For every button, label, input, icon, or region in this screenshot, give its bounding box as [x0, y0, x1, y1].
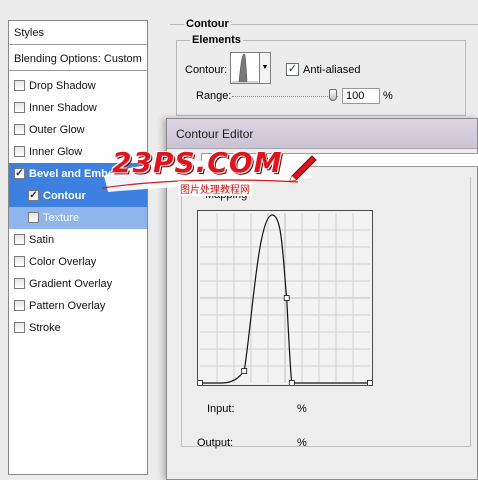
- style-item-label: Contour: [43, 190, 86, 202]
- output-unit: %: [297, 437, 307, 449]
- inner-glow-checkbox[interactable]: [14, 146, 25, 157]
- style-item-label: Inner Shadow: [29, 102, 97, 114]
- drop-shadow-checkbox[interactable]: [14, 80, 25, 91]
- contour-preview-curve: [232, 53, 258, 83]
- stroke-checkbox[interactable]: [14, 322, 25, 333]
- range-slider-thumb[interactable]: [329, 89, 337, 101]
- style-item-texture[interactable]: Texture: [9, 207, 147, 229]
- range-unit: %: [383, 90, 393, 102]
- style-item-stroke[interactable]: Stroke: [9, 317, 147, 339]
- contour-graph-canvas[interactable]: [197, 211, 373, 386]
- range-slider-track[interactable]: [232, 96, 338, 98]
- curve-control-point[interactable]: [241, 368, 248, 375]
- style-item-label: Stroke: [29, 322, 61, 334]
- style-item-label: Pattern Overlay: [29, 300, 106, 312]
- range-input[interactable]: 100: [342, 88, 380, 104]
- contour-checkbox[interactable]: ✓: [28, 190, 39, 201]
- style-item-outer-glow[interactable]: Outer Glow: [9, 119, 147, 141]
- gradient-overlay-checkbox[interactable]: [14, 278, 25, 289]
- style-item-satin[interactable]: Satin: [9, 229, 147, 251]
- styles-header[interactable]: Styles: [9, 21, 147, 45]
- style-item-gradient-overlay[interactable]: Gradient Overlay: [9, 273, 147, 295]
- elements-title: Elements: [190, 34, 243, 46]
- input-label: Input:: [207, 403, 235, 415]
- curve-control-point[interactable]: [367, 380, 373, 386]
- watermark: 23PS.COM 图片处理教程网: [98, 146, 323, 203]
- texture-checkbox[interactable]: [28, 212, 39, 223]
- range-label: Range:: [196, 90, 232, 102]
- blending-options-item[interactable]: Blending Options: Custom: [9, 47, 147, 71]
- style-item-label: Texture: [43, 212, 80, 224]
- anti-aliased-label: Anti-aliased: [303, 64, 361, 76]
- style-item-label: Outer Glow: [29, 124, 85, 136]
- contour-label: Contour:: [185, 64, 228, 76]
- curve-control-point[interactable]: [197, 380, 203, 386]
- styles-panel: Styles Blending Options: Custom Drop Sha…: [8, 20, 148, 475]
- pencil-icon: [289, 155, 317, 182]
- bevel-emboss-checkbox[interactable]: ✓: [14, 168, 25, 179]
- satin-checkbox[interactable]: [14, 234, 25, 245]
- curve-control-point[interactable]: [288, 380, 295, 386]
- color-overlay-checkbox[interactable]: [14, 256, 25, 267]
- contour-editor-title[interactable]: Contour Editor: [167, 119, 477, 149]
- outer-glow-checkbox[interactable]: [14, 124, 25, 135]
- output-label: Output:: [197, 437, 234, 449]
- pattern-overlay-checkbox[interactable]: [14, 300, 25, 311]
- style-item-drop-shadow[interactable]: Drop Shadow: [9, 75, 147, 97]
- contour-group-title-text: Contour: [184, 18, 231, 30]
- style-item-label: Drop Shadow: [29, 80, 96, 92]
- style-item-label: Color Overlay: [29, 256, 97, 268]
- contour-group-title: Contour: [184, 18, 231, 30]
- watermark-logo: 23PS.COM: [112, 146, 283, 179]
- input-unit: %: [297, 403, 307, 415]
- contour-preview-thumbnail[interactable]: [230, 52, 260, 84]
- contour-graph[interactable]: [197, 210, 373, 386]
- style-item-pattern-overlay[interactable]: Pattern Overlay: [9, 295, 147, 317]
- style-item-label: Inner Glow: [29, 146, 83, 158]
- contour-dropdown-arrow[interactable]: ▼: [260, 52, 271, 84]
- style-item-label: Gradient Overlay: [29, 278, 113, 290]
- anti-aliased-checkbox[interactable]: ✓: [286, 63, 299, 76]
- curve-control-point[interactable]: [283, 295, 290, 301]
- elements-box: [176, 40, 466, 116]
- inner-shadow-checkbox[interactable]: [14, 102, 25, 113]
- style-item-inner-shadow[interactable]: Inner Shadow: [9, 97, 147, 119]
- style-item-color-overlay[interactable]: Color Overlay: [9, 251, 147, 273]
- style-item-label: Satin: [29, 234, 55, 246]
- watermark-subtitle: 图片处理教程网: [178, 181, 252, 196]
